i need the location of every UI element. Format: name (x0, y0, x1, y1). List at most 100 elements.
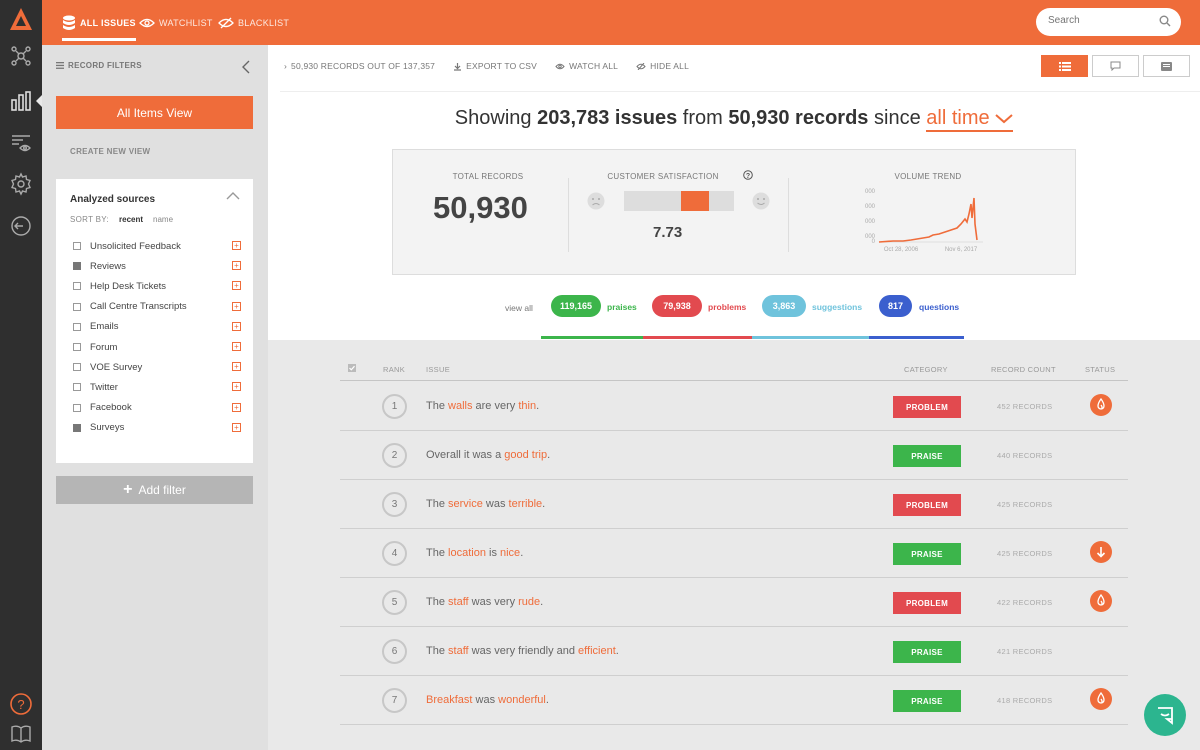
bar-chart-icon[interactable] (9, 89, 33, 113)
source-item[interactable]: Unsolicited Feedback + (73, 239, 241, 253)
source-checkbox[interactable] (73, 322, 81, 331)
source-checkbox[interactable] (73, 403, 81, 412)
add-source-icon[interactable]: + (232, 261, 241, 271)
source-item[interactable]: Reviews + (73, 259, 241, 273)
add-source-icon[interactable]: + (232, 241, 241, 250)
add-source-icon[interactable]: + (232, 382, 241, 392)
hide-all-button[interactable]: HIDE ALL (636, 61, 689, 71)
source-item[interactable]: Emails + (73, 320, 241, 334)
status-indicator[interactable] (1090, 688, 1112, 710)
source-checkbox[interactable] (73, 242, 81, 250)
table-row[interactable]: 5 The staff was very rude. PROBLEM 422 R… (340, 578, 1128, 626)
source-checkbox[interactable] (73, 282, 81, 291)
table-row[interactable]: 4 The location is nice. PRAISE 425 RECOR… (340, 529, 1128, 577)
add-source-icon[interactable]: + (232, 422, 241, 432)
source-item[interactable]: Help Desk Tickets + (73, 279, 241, 293)
category-badge[interactable]: PRAISE (893, 690, 961, 712)
source-item[interactable]: Forum + (73, 340, 241, 354)
issue-text[interactable]: The walls are very thin. (426, 400, 539, 412)
problems-pill[interactable]: 79,938 (652, 295, 702, 317)
issue-text[interactable]: The location is nice. (426, 547, 523, 559)
sort-option-name[interactable]: name (153, 215, 173, 224)
source-checkbox[interactable] (73, 383, 81, 392)
logout-icon[interactable] (9, 214, 33, 238)
issue-text[interactable]: The service was terrible. (426, 498, 545, 510)
add-filter-button[interactable]: + Add filter (56, 476, 253, 504)
comment-view-button[interactable] (1092, 55, 1139, 77)
list-eye-icon[interactable] (9, 131, 33, 155)
add-source-icon[interactable]: + (232, 362, 241, 372)
search-input[interactable] (1048, 15, 1148, 26)
source-item[interactable]: Facebook + (73, 401, 241, 415)
praises-label[interactable]: praises (607, 302, 637, 312)
all-items-view-button[interactable]: All Items View (56, 96, 253, 129)
help-icon[interactable]: ? (9, 692, 33, 716)
add-source-icon[interactable]: + (232, 402, 241, 412)
questions-pill[interactable]: 817 (879, 295, 912, 317)
category-badge[interactable]: PRAISE (893, 543, 961, 565)
logo-icon[interactable] (8, 6, 34, 32)
source-item[interactable]: Surveys + (73, 421, 241, 435)
select-all-checkbox[interactable] (348, 364, 356, 372)
category-badge[interactable]: PRAISE (893, 445, 961, 467)
table-row[interactable]: 1 The walls are very thin. PROBLEM 452 R… (340, 382, 1128, 430)
add-source-icon[interactable]: + (232, 342, 241, 351)
time-range-dropdown[interactable]: all time (926, 107, 1014, 132)
suggestions-pill[interactable]: 3,863 (762, 295, 806, 317)
collapse-panel-icon[interactable] (240, 59, 252, 75)
column-rank[interactable]: RANK (383, 365, 405, 374)
category-badge[interactable]: PROBLEM (893, 592, 961, 614)
tab-blacklist[interactable]: BLACKLIST (218, 0, 289, 45)
list-view-button[interactable] (1041, 55, 1088, 77)
category-badge[interactable]: PRAISE (893, 641, 961, 663)
questions-label[interactable]: questions (919, 302, 959, 312)
source-checkbox[interactable] (73, 262, 81, 271)
issue-text[interactable]: Overall it was a good trip. (426, 449, 550, 461)
book-icon[interactable] (9, 722, 33, 746)
status-indicator[interactable] (1090, 394, 1112, 416)
category-badge[interactable]: PROBLEM (893, 494, 961, 516)
table-row[interactable]: 7 Breakfast was wonderful. PRAISE 418 RE… (340, 676, 1128, 724)
table-row[interactable]: 6 The staff was very friendly and effici… (340, 627, 1128, 675)
column-status[interactable]: STATUS (1085, 365, 1115, 374)
status-indicator[interactable] (1090, 541, 1112, 563)
praises-pill[interactable]: 119,165 (551, 295, 601, 317)
source-checkbox[interactable] (73, 343, 81, 351)
column-record-count[interactable]: RECORD COUNT (991, 365, 1056, 374)
source-item[interactable]: Call Centre Transcripts + (73, 300, 241, 314)
search-box[interactable] (1036, 8, 1181, 36)
column-category[interactable]: CATEGORY (904, 365, 948, 374)
source-item[interactable]: VOE Survey + (73, 360, 241, 374)
table-row[interactable]: 2 Overall it was a good trip. PRAISE 440… (340, 431, 1128, 479)
search-icon[interactable] (1159, 15, 1171, 27)
suggestions-label[interactable]: suggestions (812, 302, 862, 312)
add-source-icon[interactable]: + (232, 281, 241, 291)
issue-text[interactable]: The staff was very rude. (426, 596, 543, 608)
create-new-view-link[interactable]: CREATE NEW VIEW (70, 147, 150, 156)
source-checkbox[interactable] (73, 302, 81, 311)
sort-option-recent[interactable]: recent (119, 215, 143, 224)
chat-launcher-button[interactable] (1144, 694, 1186, 736)
network-icon[interactable] (9, 44, 33, 68)
source-item[interactable]: Twitter + (73, 380, 241, 394)
tab-all-issues[interactable]: ALL ISSUES (62, 0, 136, 45)
add-source-icon[interactable]: + (232, 301, 241, 311)
card-view-button[interactable] (1143, 55, 1190, 77)
source-checkbox[interactable] (73, 423, 81, 432)
status-indicator[interactable] (1090, 590, 1112, 612)
problems-label[interactable]: problems (708, 302, 746, 312)
help-icon[interactable]: ? (743, 170, 753, 180)
view-all-link[interactable]: view all (505, 303, 533, 313)
tab-watchlist[interactable]: WATCHLIST (139, 0, 213, 45)
category-badge[interactable]: PROBLEM (893, 396, 961, 418)
source-checkbox[interactable] (73, 363, 81, 372)
column-issue[interactable]: ISSUE (426, 365, 450, 374)
add-source-icon[interactable]: + (232, 321, 241, 331)
watch-all-button[interactable]: WATCH ALL (555, 61, 618, 71)
table-row[interactable]: 3 The service was terrible. PROBLEM 425 … (340, 480, 1128, 528)
gear-icon[interactable] (9, 172, 33, 196)
export-csv-button[interactable]: EXPORT TO CSV (453, 61, 537, 71)
issue-text[interactable]: Breakfast was wonderful. (426, 694, 549, 706)
issue-text[interactable]: The staff was very friendly and efficien… (426, 645, 619, 657)
chevron-up-icon[interactable] (226, 191, 240, 200)
